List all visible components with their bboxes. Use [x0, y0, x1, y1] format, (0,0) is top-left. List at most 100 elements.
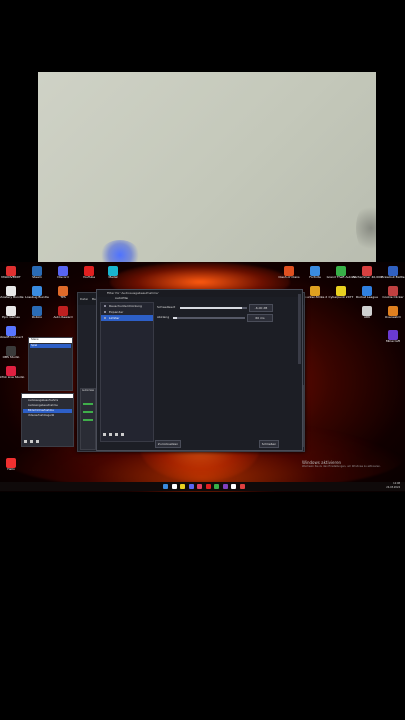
mixer-meter [83, 419, 93, 421]
watermark-subtitle: Wechseln Sie zu den Einstellungen, um Wi… [302, 465, 381, 468]
activation-watermark: Windows aktivieren Wechseln Sie zu den E… [302, 460, 405, 468]
taskbar-app-icon[interactable] [197, 484, 202, 489]
desktop-icon-label: OBS Studio [2, 356, 20, 359]
app-icon [6, 286, 16, 296]
hand-shadow [356, 202, 376, 254]
desktop-icon-label: TikTok Live Studio [0, 376, 25, 379]
eye-icon[interactable] [104, 317, 106, 319]
desktop-icon-label: Auto Reward [53, 316, 73, 319]
threshold-fill [180, 307, 242, 309]
mixer-title: Audiomixer [82, 389, 95, 392]
desktop-icon-label: Hallo [7, 468, 15, 471]
taskbar-app-icon[interactable] [239, 484, 245, 489]
release-fill [173, 317, 177, 319]
app-icon [6, 458, 16, 468]
desktop-icon-label: Overwatch [384, 316, 402, 319]
desktop-icon-label: Minecraft [385, 340, 401, 343]
app-icon [108, 266, 118, 276]
app-icon [6, 346, 16, 356]
add-source-icon[interactable] [24, 440, 27, 443]
app-icon [284, 266, 294, 276]
app-icon [6, 306, 16, 316]
filter-dialog: Filter für 'Audioausgabeaufnahme' Audiof… [96, 289, 303, 451]
dialog-scrollbar[interactable] [298, 294, 301, 364]
taskbar: 12:08 24.03.2024 [0, 482, 405, 491]
menu-file[interactable]: Datei [80, 297, 88, 301]
app-icon [58, 286, 68, 296]
release-spinbox[interactable]: 60 ms [247, 314, 273, 322]
taskbar-clock[interactable]: 12:08 24.03.2024 [386, 482, 400, 489]
desktop-icon-right-10[interactable]: Overwatch [376, 306, 405, 330]
blue-light [100, 240, 140, 262]
taskbar-app-icon[interactable] [205, 484, 211, 489]
app-icon [388, 306, 398, 316]
eye-icon[interactable] [104, 305, 106, 307]
app-icon [32, 266, 42, 276]
release-slider[interactable] [173, 317, 245, 319]
remove-filter-icon[interactable] [109, 433, 112, 436]
source-item[interactable]: Audioeingabeaufnahme [28, 404, 58, 408]
app-icon [362, 266, 372, 276]
app-icon [58, 306, 68, 316]
desktop-icon-right-11[interactable]: Minecraft [376, 330, 405, 354]
scene-item-selected[interactable]: Spiel [30, 344, 71, 348]
desktop-icon-label: Cookie Clicker [382, 296, 404, 299]
release-label: Abklang [157, 315, 170, 319]
move-up-icon[interactable] [115, 433, 118, 436]
desktop-icon-left-4[interactable]: Medal [96, 266, 130, 290]
taskbar-app-icon[interactable] [222, 484, 228, 489]
move-down-icon[interactable] [121, 433, 124, 436]
mixer-meter [83, 411, 93, 413]
threshold-label: Schwellwert [157, 305, 176, 309]
taskbar-app-icon[interactable] [231, 484, 236, 489]
app-icon [388, 286, 398, 296]
webcam-overlay [38, 72, 376, 262]
filter-section-header: Audiofilter [115, 297, 129, 300]
filter-list: Rauschunterdrückung Expander Limiter [100, 302, 154, 442]
dialog-title: Filter für 'Audioausgabeaufnahme' [97, 290, 302, 297]
settings-icon[interactable] [36, 440, 39, 443]
app-icon [362, 306, 372, 316]
app-icon [336, 286, 346, 296]
app-icon [6, 366, 16, 376]
taskbar-app-icon[interactable] [180, 484, 185, 489]
scenes-dock: Szene Spiel [28, 337, 73, 391]
source-item[interactable]: Audioausgabeaufnahme [28, 399, 58, 403]
taskbar-app-icon[interactable] [171, 484, 177, 489]
app-icon [310, 286, 320, 296]
app-icon [58, 266, 68, 276]
source-item[interactable]: Videoaufnahmegerät [28, 414, 54, 418]
app-icon [6, 326, 16, 336]
desktop-icon-label: Brawlout Battle [381, 276, 405, 279]
threshold-slider[interactable] [180, 307, 247, 309]
source-item-selected[interactable]: Bildschirmaufnahme [23, 409, 72, 413]
mixer-meter [83, 403, 93, 405]
remove-source-icon[interactable] [30, 440, 33, 443]
app-icon [32, 286, 42, 296]
threshold-spinbox[interactable]: -6,00 dB [249, 304, 273, 312]
close-button[interactable]: Schließen [259, 440, 279, 448]
desktop-icon-label: TPS [60, 296, 66, 299]
taskbar-app-icon[interactable] [214, 484, 219, 489]
app-icon [336, 266, 346, 276]
defaults-button[interactable]: Zurücksetzen [155, 440, 181, 448]
app-icon [6, 266, 16, 276]
desktop-icon-left-13[interactable]: TikTok Live Studio [0, 366, 28, 390]
app-icon [310, 266, 320, 276]
taskbar-app-icon[interactable] [163, 484, 168, 489]
app-icon [32, 306, 42, 316]
filter-item-limiter[interactable]: Limiter [101, 315, 153, 321]
filter-properties: Schwellwert -6,00 dB Abklang 60 ms [155, 302, 275, 440]
app-icon [388, 266, 398, 276]
app-icon [388, 330, 398, 340]
clock-date: 24.03.2024 [386, 485, 400, 489]
app-icon [84, 266, 94, 276]
desktop-icon-left-10[interactable]: Auto Reward [46, 306, 80, 330]
scene-item[interactable]: Szene [31, 338, 39, 342]
taskbar-app-icon[interactable] [188, 484, 194, 489]
eye-icon[interactable] [104, 311, 106, 313]
desktop-icon-left-14[interactable]: Hallo [0, 458, 28, 482]
add-filter-icon[interactable] [103, 433, 106, 436]
app-icon [362, 286, 372, 296]
desktop-icon-label: Ubisoft Connect [0, 336, 23, 339]
